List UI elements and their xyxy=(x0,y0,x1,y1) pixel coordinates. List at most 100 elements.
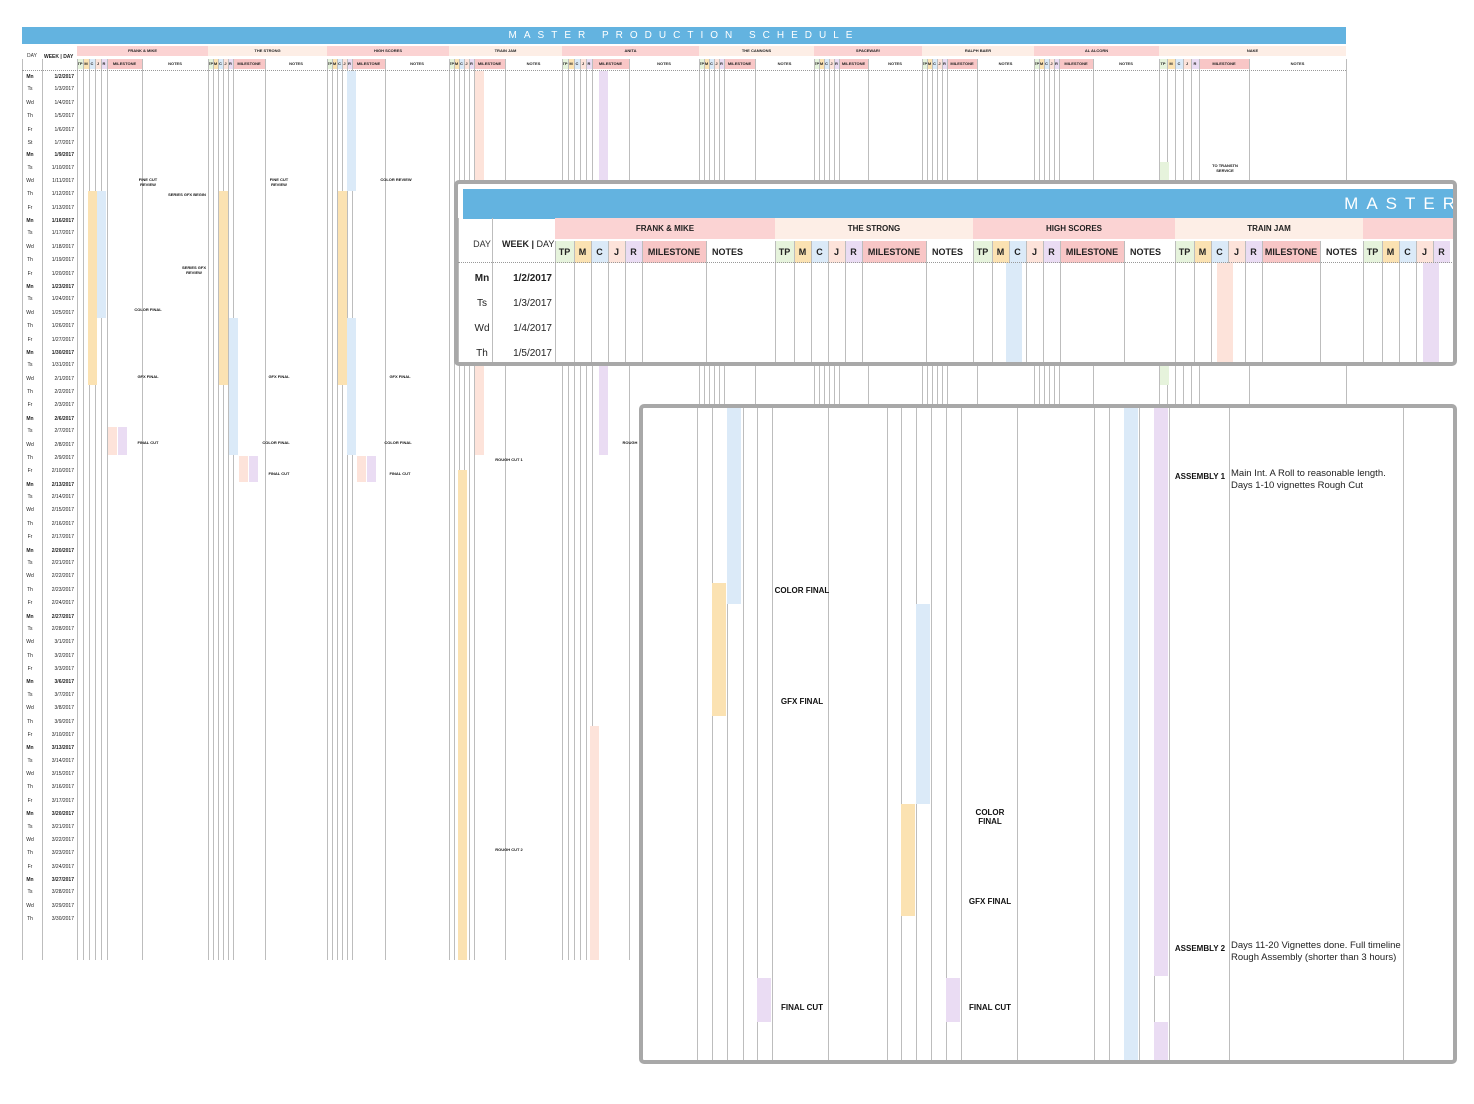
zoom-sub-header-j: J xyxy=(608,241,625,263)
grid-line xyxy=(352,59,353,960)
zoom-grid-line xyxy=(828,241,829,362)
detail-assembly-1-note: Main Int. A Roll to reasonable length. D… xyxy=(1231,468,1386,492)
row-day: Mn xyxy=(26,679,34,686)
detail-gfx-final: GFX FINAL xyxy=(968,897,1012,906)
zoom-project-name: TRAIN JAM xyxy=(1175,218,1363,239)
schedule-bar xyxy=(88,191,97,385)
row-date: 1/3/2017 xyxy=(54,86,74,93)
zoom-grid-line xyxy=(1262,241,1263,362)
row-date: 2/16/2017 xyxy=(51,520,74,527)
zoom-grid-line xyxy=(973,241,974,362)
sub-header-notes: NOTES xyxy=(1290,61,1305,66)
schedule-bar xyxy=(357,456,366,482)
zoom-grid-line xyxy=(574,241,575,362)
zoom-grid-line xyxy=(794,241,795,362)
sub-header-milestone: MILESTONE xyxy=(352,59,385,69)
schedule-bar xyxy=(97,191,106,318)
milestone-color-final: COLOR FINAL xyxy=(262,440,290,445)
row-day: Fr xyxy=(27,204,33,211)
row-day: Fr xyxy=(27,126,33,133)
row-day: Th xyxy=(27,784,33,791)
detail-grid-line xyxy=(772,408,773,1060)
zoom-sub-header-j: J xyxy=(1416,241,1433,263)
row-date: 2/21/2017 xyxy=(51,559,74,566)
detail-grid-line xyxy=(1017,408,1018,1060)
row-day: Mn xyxy=(26,481,34,488)
row-day: Mn xyxy=(26,218,34,225)
project-name: THE STRONG xyxy=(208,46,327,56)
zoom-sub-header-c: C xyxy=(1009,241,1026,263)
zoom-row-day: Wd xyxy=(474,323,490,334)
row-day: Th xyxy=(27,454,33,461)
detail-grid-line xyxy=(712,408,713,1060)
sub-header-notes: NOTES xyxy=(1119,61,1133,66)
zoom-grid-line xyxy=(591,241,592,362)
detail-grid-line xyxy=(1109,408,1110,1060)
row-day: Mn xyxy=(26,152,34,159)
detail-final-cut: FINAL CUT xyxy=(780,1003,824,1012)
row-date: 3/15/2017 xyxy=(51,771,74,777)
sub-header-c: C xyxy=(1175,59,1183,69)
grid-line xyxy=(107,59,108,960)
row-date: 1/19/2017 xyxy=(51,257,74,264)
schedule-bar xyxy=(249,456,258,482)
zoom-sub-header-milestone: MILESTONE xyxy=(1262,241,1320,263)
schedule-bar xyxy=(946,978,960,1022)
row-day: Ts xyxy=(27,823,33,830)
sub-header-milestone: MILESTONE xyxy=(1059,59,1093,69)
detail-grid-line xyxy=(1169,408,1170,1060)
detail-final-cut: FINAL CUT xyxy=(968,1003,1012,1012)
sub-header-milestone: MILESTONE xyxy=(1199,59,1249,69)
zoom-row-day: Ts xyxy=(477,298,487,309)
schedule-bar xyxy=(118,427,127,455)
row-date: 2/15/2017 xyxy=(51,507,74,514)
row-date: 3/13/2017 xyxy=(51,745,74,752)
zoom-sub-header-notes: NOTES xyxy=(712,247,744,257)
row-date: 3/6/2017 xyxy=(54,679,74,686)
row-date: 3/16/2017 xyxy=(51,784,74,791)
zoom-grid-line xyxy=(1043,241,1044,362)
zoom-grid-line xyxy=(625,241,626,362)
sub-header-milestone: MILESTONE xyxy=(724,59,755,69)
row-day: Ts xyxy=(27,757,33,764)
zoom-sub-header-notes: NOTES xyxy=(1130,247,1162,257)
schedule-bar xyxy=(338,191,347,385)
zoom-grid-line xyxy=(1399,241,1400,362)
row-date: 1/11/2017 xyxy=(52,177,74,184)
project-name: RALPH BAER xyxy=(922,46,1034,56)
zoom-project-name: FRANK & MIKE xyxy=(555,218,775,239)
zoom-sub-header-r: R xyxy=(1245,241,1262,263)
milestone-color-final: COLOR FINAL xyxy=(134,307,162,312)
zoom-sub-header-tp: TP xyxy=(1363,241,1382,263)
row-date: 3/2/2017 xyxy=(54,652,74,659)
row-date: 3/3/2017 xyxy=(54,666,74,672)
zoom-row-day: Mn xyxy=(474,273,490,284)
sub-header-r: R xyxy=(1191,59,1199,69)
detail-gfx-final: GFX FINAL xyxy=(780,697,824,706)
row-date: 2/3/2017 xyxy=(54,402,74,409)
day-sublabel: DAY xyxy=(63,54,74,60)
zoom-sub-header-c: C xyxy=(1211,241,1228,263)
row-date: 1/18/2017 xyxy=(51,243,74,250)
grid-line xyxy=(449,59,450,960)
schedule-bar xyxy=(901,804,915,916)
zoom-title: MASTER xyxy=(1344,194,1457,213)
row-date: 2/27/2017 xyxy=(51,613,74,620)
zoom-sub-header-j: J xyxy=(1026,241,1043,263)
row-day: Ts xyxy=(27,230,33,237)
detail-grid-line xyxy=(946,408,947,1060)
schedule-bar xyxy=(458,470,467,960)
row-date: 1/4/2017 xyxy=(54,99,74,106)
detail-grid-line xyxy=(1403,408,1404,1060)
schedule-bar xyxy=(712,583,726,716)
grid-line xyxy=(208,59,209,960)
zoom-sub-header-tp: TP xyxy=(555,241,574,263)
sub-header-milestone: MILESTONE xyxy=(107,59,142,69)
zoom-sub-header-m: M xyxy=(992,241,1009,263)
row-day: Mn xyxy=(26,811,34,818)
milestone-color-final: COLOR FINAL xyxy=(384,440,412,445)
zoom-day-sublabel: DAY xyxy=(536,239,555,249)
zoom-grid-line xyxy=(926,241,927,362)
project-name: NAKE xyxy=(1159,46,1346,56)
detail-grid-line xyxy=(901,408,902,1060)
